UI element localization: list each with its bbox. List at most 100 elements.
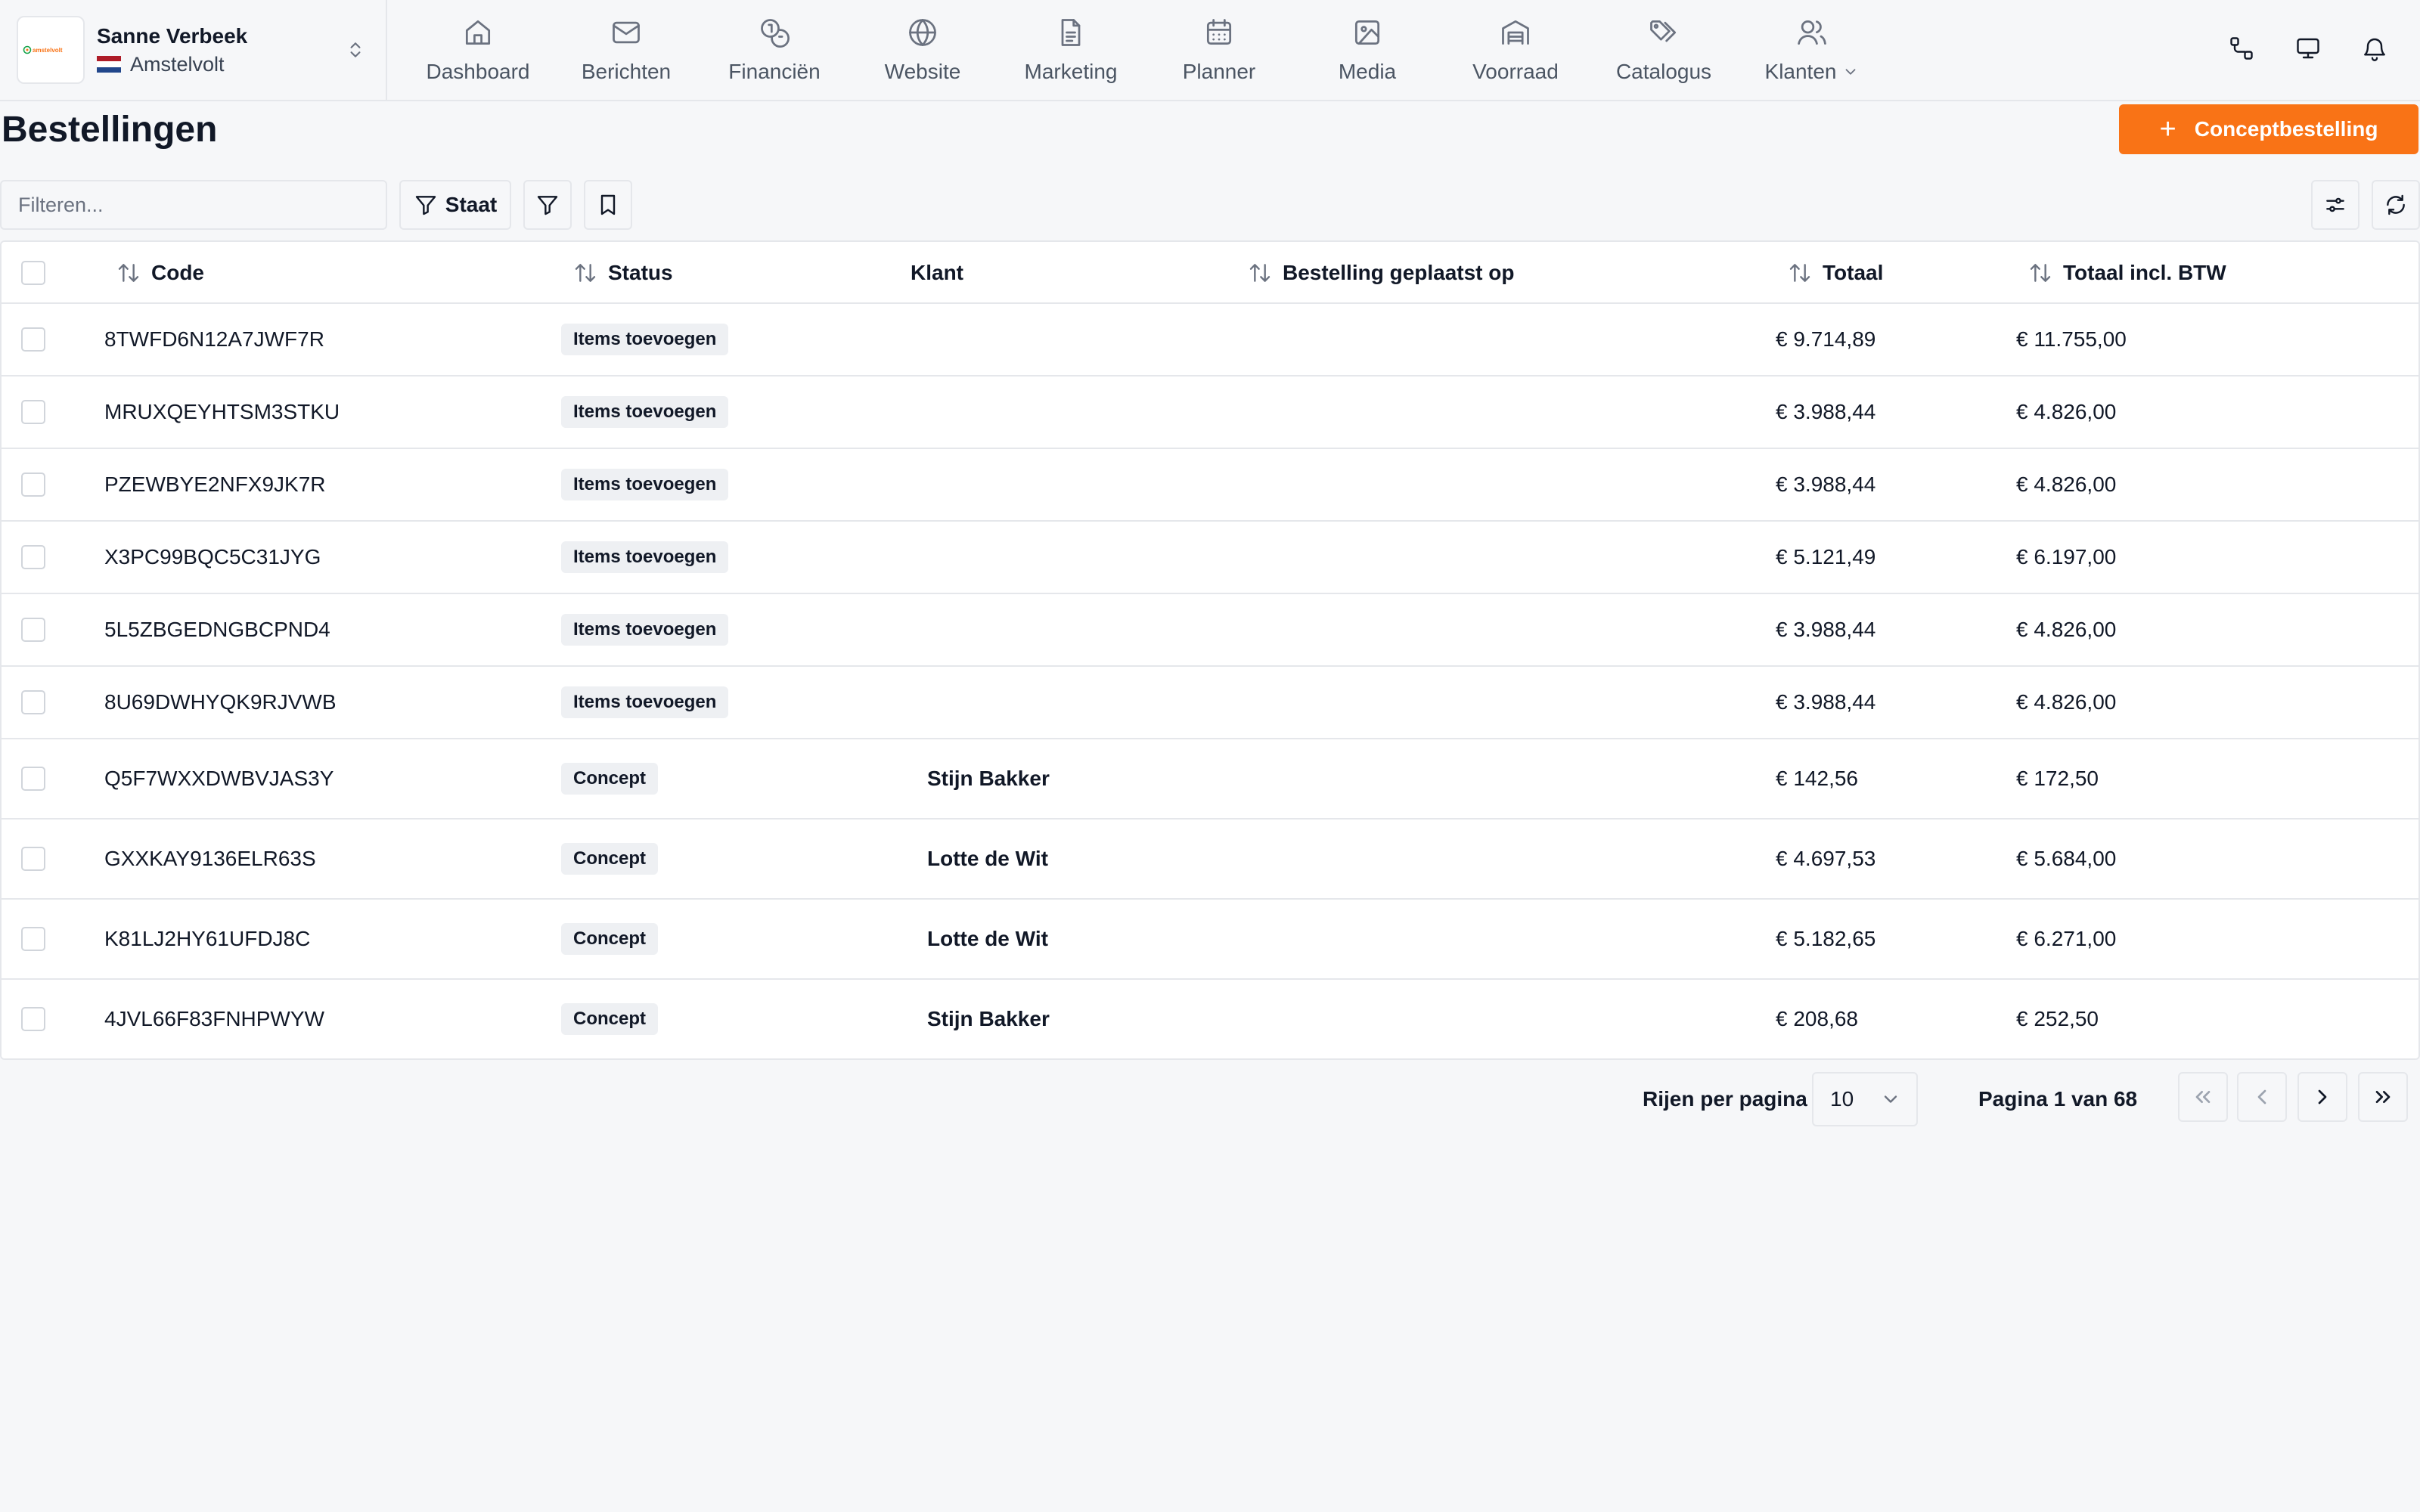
document-icon	[1061, 19, 1081, 46]
order-total: € 9.714,89	[1776, 327, 1876, 351]
bell-icon[interactable]	[2358, 32, 2391, 65]
workflow-icon[interactable]	[2225, 32, 2258, 65]
column-header-total-vat[interactable]: Totaal incl. BTW	[2028, 242, 2226, 304]
amstelvolt-logo-icon: amstelvolt	[23, 45, 63, 54]
nav-item-catalogus[interactable]: Catalogus	[1590, 0, 1738, 100]
previous-page-button[interactable]	[2237, 1072, 2287, 1122]
customer-name: Stijn Bakker	[927, 767, 1050, 790]
first-page-button[interactable]	[2178, 1072, 2228, 1122]
filter-input[interactable]	[0, 180, 387, 230]
order-total-vat: € 6.271,00	[2016, 927, 2117, 950]
row-checkbox[interactable]	[21, 927, 45, 951]
column-header-status[interactable]: Status	[573, 242, 673, 304]
table-row[interactable]: X3PC99BQC5C31JYG Items toevoegen € 5.121…	[2, 522, 2418, 594]
nav-label: Berichten	[581, 60, 672, 83]
chevron-down-icon	[1884, 1095, 1897, 1103]
column-header-label: Status	[608, 261, 673, 284]
top-navigation-bar: amstelvolt Sanne Verbeek Amstelvolt Dash…	[0, 0, 2420, 101]
status-badge: Items toevoegen	[561, 686, 729, 718]
sort-icon	[1249, 264, 1270, 282]
column-header-label: Totaal incl. BTW	[2063, 261, 2226, 284]
row-checkbox[interactable]	[21, 472, 45, 497]
column-settings-button[interactable]	[2311, 180, 2360, 230]
order-code: Q5F7WXXDWBVJAS3Y	[104, 767, 334, 790]
sort-icon	[1789, 264, 1810, 282]
nav-item-voorraad[interactable]: Voorraad	[1441, 0, 1590, 100]
nav-item-website[interactable]: Website	[849, 0, 997, 100]
table-row[interactable]: GXXKAY9136ELR63S Concept Lotte de Wit € …	[2, 820, 2418, 900]
next-page-button[interactable]	[2297, 1072, 2347, 1122]
row-checkbox[interactable]	[21, 690, 45, 714]
table-row[interactable]: 4JVL66F83FNHPWYW Concept Stijn Bakker € …	[2, 980, 2418, 1058]
filter-icon	[537, 196, 558, 215]
users-icon	[1798, 20, 1826, 45]
column-header-code[interactable]: Code	[116, 242, 204, 304]
row-checkbox[interactable]	[21, 847, 45, 871]
state-filter-label: Staat	[445, 193, 498, 216]
refresh-button[interactable]	[2372, 180, 2420, 230]
advanced-filter-button[interactable]	[523, 180, 572, 230]
top-actions	[2225, 32, 2391, 65]
monitor-icon[interactable]	[2291, 32, 2325, 65]
sort-icon	[575, 264, 596, 282]
nav-label: Klanten	[1764, 60, 1837, 83]
row-checkbox[interactable]	[21, 767, 45, 791]
order-total-vat: € 6.197,00	[2016, 545, 2117, 569]
table-row[interactable]: 5L5ZBGEDNGBCPND4 Items toevoegen € 3.988…	[2, 594, 2418, 667]
status-badge: Items toevoegen	[561, 324, 729, 355]
nav-item-dashboard[interactable]: Dashboard	[404, 0, 552, 100]
order-code: PZEWBYE2NFX9JK7R	[104, 472, 326, 496]
netherlands-flag-icon	[97, 56, 121, 73]
order-code: K81LJ2HY61UFDJ8C	[104, 927, 311, 950]
order-total-vat: € 172,50	[2016, 767, 2099, 790]
main-nav: Dashboard Berichten Financiën Website Ma…	[387, 0, 1886, 100]
order-code: 4JVL66F83FNHPWYW	[104, 1007, 324, 1030]
order-total-vat: € 5.684,00	[2016, 847, 2117, 870]
chevrons-left-icon	[2195, 1091, 2211, 1103]
new-concept-order-button[interactable]: + Conceptbestelling	[2119, 104, 2418, 154]
table-row[interactable]: Q5F7WXXDWBVJAS3Y Concept Stijn Bakker € …	[2, 739, 2418, 820]
table-toolbar: Staat	[0, 180, 2420, 230]
last-page-button[interactable]	[2358, 1072, 2408, 1122]
account-location-label: Amstelvolt	[130, 53, 225, 76]
rows-per-page-value: 10	[1830, 1087, 1854, 1111]
nav-item-klanten[interactable]: Klanten	[1738, 0, 1886, 100]
row-checkbox[interactable]	[21, 1007, 45, 1031]
svg-text:amstelvolt: amstelvolt	[33, 47, 63, 54]
status-badge: Concept	[561, 763, 658, 795]
status-badge: Items toevoegen	[561, 396, 729, 428]
saved-views-button[interactable]	[584, 180, 632, 230]
nav-item-berichten[interactable]: Berichten	[552, 0, 700, 100]
nav-item-marketing[interactable]: Marketing	[997, 0, 1145, 100]
table-row[interactable]: PZEWBYE2NFX9JK7R Items toevoegen € 3.988…	[2, 449, 2418, 522]
customer-name: Stijn Bakker	[927, 1007, 1050, 1030]
nav-item-financien[interactable]: Financiën	[700, 0, 849, 100]
row-checkbox[interactable]	[21, 327, 45, 352]
row-checkbox[interactable]	[21, 545, 45, 569]
order-total-vat: € 11.755,00	[2016, 327, 2127, 351]
bookmark-icon	[600, 194, 616, 215]
row-checkbox[interactable]	[21, 400, 45, 424]
table-row[interactable]: K81LJ2HY61UFDJ8C Concept Lotte de Wit € …	[2, 900, 2418, 980]
nav-item-planner[interactable]: Planner	[1145, 0, 1293, 100]
rows-per-page-select[interactable]: 10	[1812, 1072, 1918, 1126]
select-all-checkbox[interactable]	[21, 261, 45, 285]
chevrons-up-down-icon[interactable]	[343, 35, 368, 65]
order-total: € 142,56	[1776, 767, 1858, 790]
row-checkbox[interactable]	[21, 618, 45, 642]
column-header-total[interactable]: Totaal	[1788, 242, 1883, 304]
new-concept-order-label: Conceptbestelling	[2194, 117, 2378, 141]
pagination: Rijen per pagina 10 Pagina 1 van 68	[0, 1072, 2420, 1126]
nav-item-media[interactable]: Media	[1293, 0, 1441, 100]
table-row[interactable]: MRUXQEYHTSM3STKU Items toevoegen € 3.988…	[2, 376, 2418, 449]
nav-label: Planner	[1182, 60, 1256, 83]
account-switcher[interactable]: amstelvolt Sanne Verbeek Amstelvolt	[0, 0, 387, 100]
order-code: 8U69DWHYQK9RJVWB	[104, 690, 337, 714]
customer-name: Lotte de Wit	[927, 847, 1048, 870]
table-row[interactable]: 8U69DWHYQK9RJVWB Items toevoegen € 3.988…	[2, 667, 2418, 739]
column-header-placed-on[interactable]: Bestelling geplaatst op	[1248, 242, 1515, 304]
nav-label: Catalogus	[1615, 60, 1712, 83]
order-total-vat: € 4.826,00	[2016, 690, 2117, 714]
table-row[interactable]: 8TWFD6N12A7JWF7R Items toevoegen € 9.714…	[2, 304, 2418, 376]
state-filter-button[interactable]: Staat	[399, 180, 511, 230]
